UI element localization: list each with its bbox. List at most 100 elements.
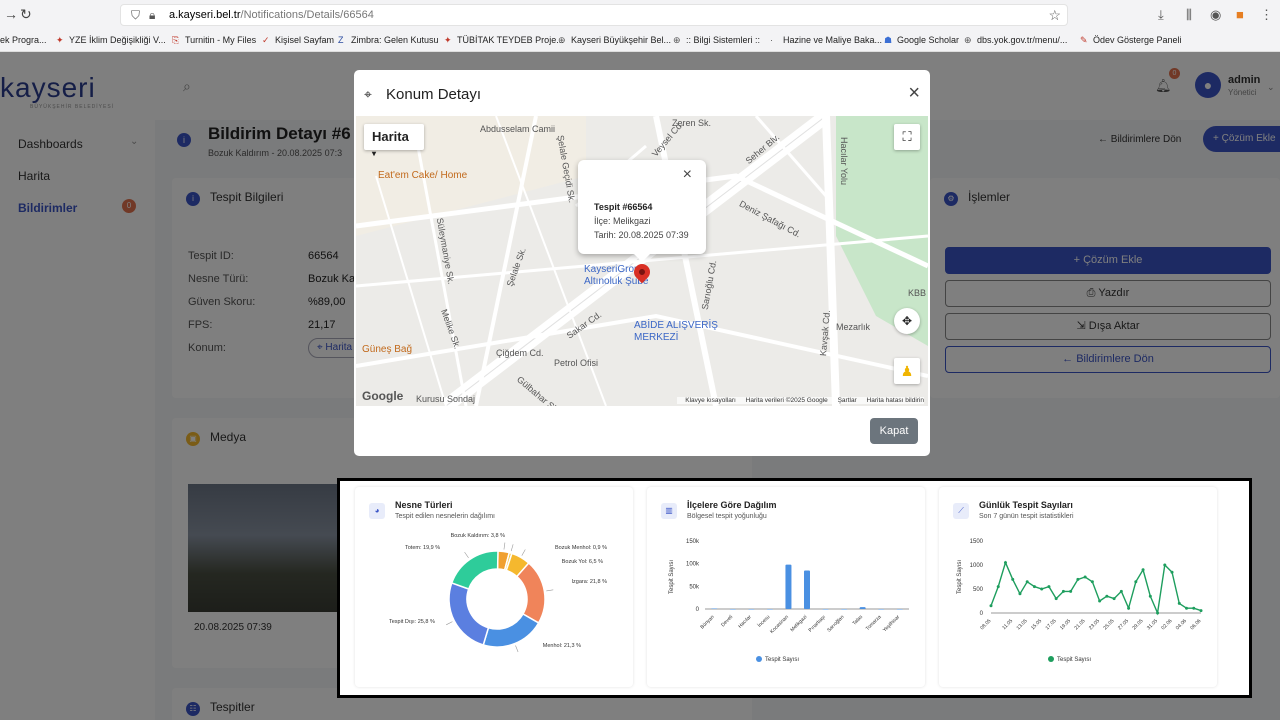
pie-chart: Bozuk Kaldırım: 3,8 % Bozuk Menhol: 0,9 %… [389, 533, 608, 653]
attribution-link[interactable]: Klavye kısayolları [685, 397, 736, 404]
map-view[interactable]: Abdusselam Camii Eat'em Cake/ Home Kayse… [356, 116, 928, 406]
close-icon[interactable]: × [908, 82, 920, 105]
bookmark-item[interactable]: ✦ YZE İklim Değişikliği V... [56, 35, 166, 46]
close-icon[interactable]: × [683, 166, 692, 184]
y-axis-label: Tespit Sayısı [957, 560, 963, 594]
map-type-selector[interactable]: Harita ▾ [364, 124, 424, 158]
data-point [1032, 585, 1036, 589]
bookmark-favicon-icon: ✎ [1080, 35, 1088, 45]
x-tick-label: Melikgazi [789, 614, 808, 633]
series-line [990, 560, 1202, 616]
x-tick-label: 02.06 [1160, 618, 1173, 631]
y-tick-label: 1500 [970, 539, 984, 545]
x-tick-label: 04.06 [1175, 618, 1188, 631]
account-icon[interactable]: ◉ [1210, 7, 1221, 23]
x-tick-label: 13.05 [1016, 618, 1029, 631]
menu-icon[interactable]: ⋮ [1260, 7, 1273, 23]
bookmark-item[interactable]: ✎ Ödev Gösterge Paneli [1080, 35, 1182, 46]
bookmark-favicon-icon: ☗ [884, 35, 893, 45]
bookmark-star-icon[interactable]: ☆ [1048, 7, 1061, 24]
bookmark-item[interactable]: Z Zimbra: Gelen Kutusu [338, 35, 439, 45]
info-window-title: Tespit #66564 [594, 202, 653, 212]
data-point [1148, 594, 1152, 598]
map-label: Mezarlık [836, 322, 871, 332]
attribution-link[interactable]: Harita hatası bildirin [867, 397, 924, 404]
forward-icon[interactable]: → [4, 6, 18, 22]
map-attribution: Klavye kısayolları Harita verileri ©2025… [677, 397, 924, 404]
y-axis-label: Tespit Sayısı [669, 560, 675, 594]
url-text: a.kayseri.bel.tr/Notifications/Details/6… [169, 9, 374, 21]
lock-icon: 🔒︎ [149, 8, 156, 22]
x-tick-label: Kocasinan [769, 614, 790, 635]
pegman-icon[interactable]: ♟ [894, 358, 920, 384]
download-icon[interactable]: ⤓ [1158, 7, 1164, 23]
bookmark-favicon-icon: ⎘ [172, 35, 180, 45]
bookmark-item[interactable]: ☗ Google Scholar [884, 35, 959, 46]
reload-icon[interactable]: ↻ [20, 6, 32, 23]
url-bar[interactable]: ⛉ 🔒︎ a.kayseri.bel.tr/Notifications/Deta… [120, 4, 1068, 26]
x-tick-label: Bünyan [699, 614, 715, 630]
close-button[interactable]: Kapat [870, 418, 918, 444]
pie-slice [450, 550, 499, 590]
x-tick-label: Develi [720, 614, 734, 628]
bar [785, 564, 792, 609]
bar [748, 609, 755, 610]
bookmarks-bar: ek Progra... ✦ YZE İklim Değişikliği V...… [0, 30, 1280, 50]
legend-label: Tespit Sayısı [1057, 657, 1091, 663]
map-label: Petrol Ofisi [554, 358, 599, 368]
pie-leader-line [510, 544, 514, 552]
bookmark-item[interactable]: ✦ TÜBİTAK TEYDEB Proje... [444, 35, 564, 46]
map-label: KBB [908, 288, 927, 298]
data-point [1061, 589, 1065, 593]
bar [878, 609, 885, 610]
bookmark-item[interactable]: ⎘ Turnitin - My Files [172, 35, 256, 46]
bookmark-item[interactable]: · Hazine ve Maliye Baka... [770, 35, 882, 45]
y-tick-label: 0 [696, 607, 700, 613]
x-tick-label: 29.05 [1131, 618, 1144, 631]
legend-marker [756, 656, 762, 662]
y-tick-label: 1000 [970, 563, 984, 569]
x-tick-label: 08.05 [979, 618, 992, 631]
map-label: Kurusu Sondaj [416, 394, 476, 404]
y-tick-label: 150k [686, 539, 700, 545]
data-point [996, 585, 1000, 589]
map-label: Güneş Bağ [362, 344, 413, 355]
pie-slice-label: Izgara: 21,8 % [572, 579, 608, 585]
x-tick-label: 21.05 [1073, 618, 1086, 631]
data-point [1003, 561, 1007, 565]
attribution-link[interactable]: Şartlar [838, 397, 857, 404]
bar-chart-card: ▥ İlçelere Göre Dağılım Bölgesel tespit … [647, 487, 925, 687]
library-icon[interactable]: ⫼ [1186, 7, 1192, 23]
modal-title: Konum Detayı [386, 86, 482, 103]
data-point [1192, 606, 1196, 610]
bookmark-favicon-icon: Z [338, 35, 344, 45]
nav-row: → ↻ ⛉ 🔒︎ a.kayseri.bel.tr/Notifications/… [0, 0, 1280, 30]
bar [729, 609, 736, 610]
fullscreen-icon[interactable]: ⛶ [894, 124, 920, 150]
charts-inset: ◕ Nesne Türleri Tespit edilen nesnelerin… [337, 478, 1252, 698]
data-point [1040, 587, 1044, 591]
x-tick-label: 23.05 [1088, 618, 1101, 631]
legend-label: Tespit Sayısı [765, 657, 799, 663]
extension-icon[interactable]: ■ [1236, 7, 1244, 22]
data-point [1185, 606, 1189, 610]
bookmark-item[interactable]: ⊕:: Bilgi Sistemleri :: [673, 35, 760, 46]
data-point [1054, 597, 1058, 601]
x-tick-label: 31.05 [1146, 618, 1159, 631]
data-point [1018, 592, 1022, 596]
data-point [1098, 599, 1102, 603]
data-point [1083, 575, 1087, 579]
x-tick-label: 25.05 [1102, 618, 1115, 631]
bookmark-item[interactable]: ek Progra... [0, 35, 47, 45]
pie-slice [482, 612, 540, 648]
globe-icon: ⊕ [964, 35, 972, 45]
x-tick-label: İncesu [756, 613, 772, 629]
bookmark-item[interactable]: ⊕ Kayseri Büyükşehir Bel... [558, 35, 671, 46]
pie-leader-line [503, 542, 506, 550]
x-tick-label: Sarıoğlan [826, 614, 846, 634]
bookmark-item[interactable]: ✓ Kişisel Sayfam [262, 35, 334, 46]
data-point [989, 604, 993, 608]
browser-chrome: → ↻ ⛉ 🔒︎ a.kayseri.bel.tr/Notifications/… [0, 0, 1280, 52]
bookmark-item[interactable]: ⊕ dbs.yok.gov.tr/menu/... [964, 35, 1067, 46]
camera-control-icon[interactable]: ✥ [894, 308, 920, 334]
